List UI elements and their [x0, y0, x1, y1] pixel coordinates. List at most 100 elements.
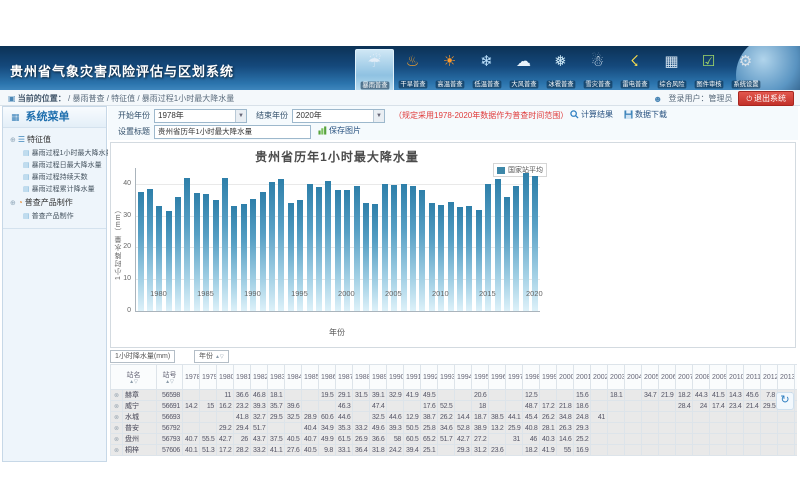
- value-cell: [693, 423, 710, 434]
- col-header-year[interactable]: 2003: [608, 365, 625, 390]
- refresh-icon[interactable]: ↻: [776, 392, 794, 410]
- value-cell: 40.7: [183, 434, 200, 445]
- value-cell: 21.4: [744, 401, 761, 412]
- col-header-year[interactable]: 1984: [285, 365, 302, 390]
- col-header-year[interactable]: 1982: [251, 365, 268, 390]
- value-cell: [710, 412, 727, 423]
- page-icon: ▤: [23, 162, 30, 169]
- col-header-year[interactable]: 1997: [506, 365, 523, 390]
- filter-bar: 开始年份 1978年▼ 结束年份 2020年▼ （规定采用1978-2020年数…: [108, 106, 798, 140]
- col-header-year[interactable]: 2001: [574, 365, 591, 390]
- col-header-year[interactable]: 1979: [200, 365, 217, 390]
- col-header-year[interactable]: 1987: [336, 365, 353, 390]
- col-header-year[interactable]: 1994: [455, 365, 472, 390]
- row-expand-icon[interactable]: ⊗: [111, 401, 123, 412]
- app-title: 贵州省气象灾害风险评估与区划系统: [10, 61, 234, 80]
- col-header-year[interactable]: 2007: [676, 365, 693, 390]
- value-cell: 17.2: [540, 401, 557, 412]
- col-header-year[interactable]: 2008: [693, 365, 710, 390]
- row-expand-icon[interactable]: ⊗: [111, 445, 123, 456]
- col-header-year[interactable]: 1989: [370, 365, 387, 390]
- nav-item-snow[interactable]: ☃雪灾普查: [579, 49, 616, 90]
- chart-title-input[interactable]: 贵州省历年1小时最大降水量: [154, 125, 311, 139]
- col-header-year[interactable]: 2014: [795, 365, 798, 390]
- nav-item-composite-risk[interactable]: ▦综合风险: [653, 49, 690, 90]
- value-cell: [455, 401, 472, 412]
- col-header-station-id[interactable]: 站号 ▲▽: [157, 365, 183, 390]
- col-header-year[interactable]: 2006: [659, 365, 676, 390]
- col-header-year[interactable]: 2004: [625, 365, 642, 390]
- download-button[interactable]: 数据下载: [624, 109, 667, 120]
- value-cell: [676, 412, 693, 423]
- col-header-year[interactable]: 2005: [642, 365, 659, 390]
- chart-image-icon: [318, 126, 327, 135]
- col-header-year[interactable]: 1980: [217, 365, 234, 390]
- value-cell: 41.1: [268, 445, 285, 456]
- nav-item-rainstorm[interactable]: ☔暴雨普查: [355, 49, 394, 90]
- col-header-year[interactable]: 1999: [540, 365, 557, 390]
- sort-icons[interactable]: ▲▽: [215, 354, 224, 360]
- col-header-year[interactable]: 1992: [421, 365, 438, 390]
- col-header-year[interactable]: 1993: [438, 365, 455, 390]
- measure-chip[interactable]: 1小时降水量(mm): [110, 350, 175, 363]
- col-header-year[interactable]: 1988: [353, 365, 370, 390]
- nav-item-hail[interactable]: ❅冰雹普查: [542, 49, 579, 90]
- col-header-year[interactable]: 2000: [557, 365, 574, 390]
- nav-item-high-temp[interactable]: ☀高温普查: [431, 49, 468, 90]
- value-cell: 28.4: [676, 401, 693, 412]
- nav-item-low-temp[interactable]: ❄低温普查: [468, 49, 505, 90]
- calculate-button[interactable]: 计算结果: [570, 109, 613, 120]
- menu-group-1[interactable]: ⊕◔普查产品制作: [3, 195, 106, 210]
- col-header-year[interactable]: 1981: [234, 365, 251, 390]
- menu-item[interactable]: ▤暴雨过程持续天数: [3, 171, 106, 183]
- value-cell: [727, 423, 744, 434]
- col-header-year[interactable]: 2013: [778, 365, 795, 390]
- menu-item[interactable]: ▤暴雨过程累计降水量: [3, 183, 106, 195]
- row-expand-icon[interactable]: ⊗: [111, 434, 123, 445]
- year-sort-chip[interactable]: 年份 ▲▽: [194, 350, 229, 363]
- menu-item[interactable]: ▤暴雨过程1小时最大降水量: [3, 147, 106, 159]
- nav-item-lightning[interactable]: ☇雷电普查: [616, 49, 653, 90]
- start-year-select[interactable]: 1978年▼: [154, 109, 247, 123]
- col-header-year[interactable]: 1996: [489, 365, 506, 390]
- value-cell: 18.1: [608, 390, 625, 401]
- x-tick-label: 1985: [190, 289, 220, 298]
- nav-item-label: 雷电普查: [620, 80, 649, 88]
- col-header-station-name[interactable]: 站名 ▲▽: [111, 365, 157, 390]
- row-expand-icon[interactable]: ⊗: [111, 412, 123, 423]
- col-header-year[interactable]: 1991: [404, 365, 421, 390]
- col-header-year[interactable]: 1998: [523, 365, 540, 390]
- value-cell: 40.5: [285, 434, 302, 445]
- save-image-button[interactable]: 保存图片: [318, 125, 361, 136]
- logout-button[interactable]: ⏻退出系统: [738, 91, 794, 106]
- col-header-year[interactable]: 1990: [387, 365, 404, 390]
- nav-item-map-review[interactable]: ☑图件审核: [690, 49, 727, 90]
- expand-icon[interactable]: ⊕: [10, 200, 16, 207]
- col-header-year[interactable]: 2012: [761, 365, 778, 390]
- menu-group-0[interactable]: ⊕☰特征值: [3, 132, 106, 147]
- expand-icon[interactable]: ⊕: [10, 137, 16, 144]
- row-expand-icon[interactable]: ⊗: [111, 423, 123, 434]
- chart-title: 贵州省历年1小时最大降水量: [135, 148, 539, 165]
- nav-item-wind[interactable]: ☁大风普查: [505, 49, 542, 90]
- col-header-year[interactable]: 1985: [302, 365, 319, 390]
- value-cell: [557, 390, 574, 401]
- col-header-year[interactable]: 2002: [591, 365, 608, 390]
- nav-item-settings[interactable]: ⚙系统设置: [727, 49, 764, 90]
- station-name: 桐梓: [123, 445, 157, 456]
- col-header-year[interactable]: 2009: [710, 365, 727, 390]
- col-header-year[interactable]: 2010: [727, 365, 744, 390]
- col-header-year[interactable]: 1983: [268, 365, 285, 390]
- nav-item-drought[interactable]: ♨干旱普查: [394, 49, 431, 90]
- col-header-year[interactable]: 2011: [744, 365, 761, 390]
- col-header-year[interactable]: 1995: [472, 365, 489, 390]
- station-name: 普安: [123, 423, 157, 434]
- row-expand-icon[interactable]: ⊗: [111, 390, 123, 401]
- col-header-year[interactable]: 1986: [319, 365, 336, 390]
- menu-item[interactable]: ▤暴雨过程日最大降水量: [3, 159, 106, 171]
- end-year-select[interactable]: 2020年▼: [292, 109, 385, 123]
- value-cell: [710, 423, 727, 434]
- menu-item[interactable]: ▤普查产品制作: [3, 210, 106, 222]
- nav-item-label: 高温普查: [435, 80, 464, 88]
- col-header-year[interactable]: 1978: [183, 365, 200, 390]
